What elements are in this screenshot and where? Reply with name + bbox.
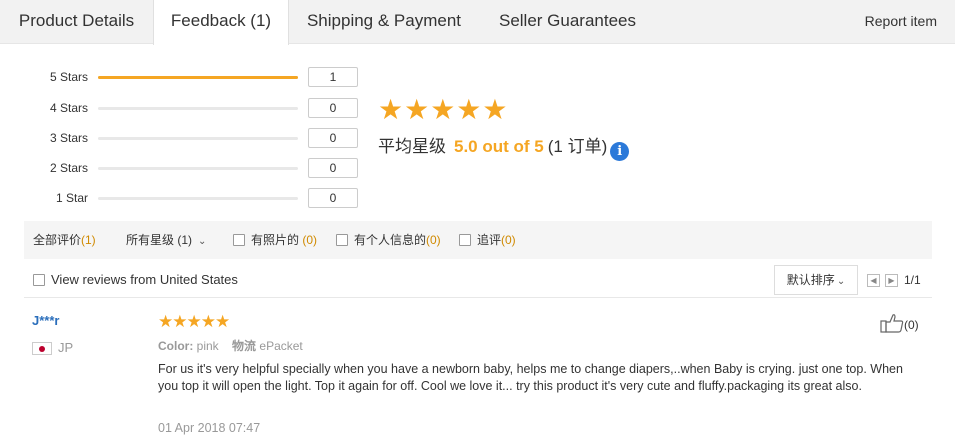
- histogram-bar: [98, 167, 298, 170]
- filter-followup[interactable]: 追评(0): [459, 221, 516, 259]
- checkbox[interactable]: [459, 234, 471, 246]
- review-toolbar: View reviews from United States 默认排序 ⌄ ◀ …: [24, 262, 932, 298]
- filter-photos-count: (0): [302, 233, 318, 247]
- checkbox[interactable]: [233, 234, 245, 246]
- histogram-count: 0: [308, 128, 358, 148]
- next-page-button[interactable]: ▶: [885, 274, 898, 287]
- histogram-label: 4 Stars: [49, 101, 88, 115]
- tab-bar: Product Details Feedback (1) Shipping & …: [0, 0, 955, 45]
- checkbox[interactable]: [33, 274, 45, 286]
- logistics-label: 物流: [232, 339, 257, 353]
- histogram-count: 0: [308, 158, 358, 178]
- average-rating-stars: ★★★★★: [378, 94, 509, 125]
- info-icon[interactable]: i: [610, 142, 630, 161]
- histogram-label: 1 Star: [55, 191, 88, 205]
- tab-seller-guarantees[interactable]: Seller Guarantees: [479, 0, 656, 44]
- average-rating-line: 平均星级 5.0 out of 5 (1 订单) i: [378, 135, 630, 161]
- filter-star-dropdown[interactable]: 所有星级 (1) ⌄: [126, 221, 206, 261]
- thumbs-up-icon: [880, 314, 904, 333]
- filter-followup-count: (0): [501, 233, 516, 247]
- tab-shipping-payment[interactable]: Shipping & Payment: [289, 0, 479, 44]
- filter-photos-label: 有照片的: [251, 233, 300, 247]
- order-count: (1 订单): [547, 137, 608, 156]
- chevron-down-icon: ⌄: [198, 236, 207, 247]
- histogram-bar-fill: [98, 76, 298, 79]
- review-text: For us it's very helpful specially when …: [158, 362, 903, 393]
- view-us-label: View reviews from United States: [51, 272, 238, 287]
- prev-page-button[interactable]: ◀: [867, 274, 880, 287]
- filter-personal-count: (0): [426, 233, 441, 247]
- reviewer-name: J***r: [32, 313, 60, 328]
- average-score: 5.0 out of 5: [454, 137, 544, 156]
- histogram-bar: [98, 76, 298, 79]
- filter-all-label: 全部评价: [33, 233, 82, 247]
- review-date: 01 Apr 2018 07:47: [158, 421, 261, 435]
- filter-stars-count: (1): [177, 233, 193, 247]
- checkbox[interactable]: [336, 234, 348, 246]
- helpful-button[interactable]: (0): [880, 313, 919, 333]
- histogram-label: 2 Stars: [49, 161, 88, 175]
- filter-bar: 全部评价(1) 所有星级 (1) ⌄ 有照片的 (0) 有个人信息的(0) 追评(…: [24, 221, 932, 259]
- report-item-link[interactable]: Report item: [865, 0, 937, 42]
- color-value: pink: [196, 339, 219, 353]
- chevron-down-icon: ⌄: [836, 276, 846, 287]
- filter-personal-label: 有个人信息的: [354, 233, 427, 247]
- reviewer-country: JP: [58, 340, 74, 355]
- filter-all-reviews[interactable]: 全部评价(1): [33, 221, 96, 259]
- sort-label: 默认排序: [786, 273, 835, 287]
- filter-followup-label: 追评: [477, 233, 502, 247]
- logistics-value: ePacket: [259, 339, 303, 353]
- sort-dropdown[interactable]: 默认排序 ⌄: [774, 265, 858, 295]
- page-indicator: 1/1: [904, 273, 921, 287]
- helpful-count: (0): [904, 318, 919, 332]
- histogram-count: 1: [308, 67, 358, 87]
- color-label: Color:: [158, 339, 194, 353]
- review-stars: ★★★★★: [158, 312, 230, 331]
- filter-personal-info[interactable]: 有个人信息的(0): [336, 221, 441, 259]
- japan-flag-icon: [32, 342, 52, 355]
- tab-product-details[interactable]: Product Details: [0, 0, 153, 44]
- review-attributes: Color: pink 物流 ePacket: [158, 337, 303, 354]
- histogram-bar: [98, 107, 298, 110]
- average-label: 平均星级: [378, 137, 446, 156]
- filter-stars-label: 所有星级: [126, 233, 175, 247]
- histogram-bar: [98, 197, 298, 200]
- histogram-bar: [98, 137, 298, 140]
- filter-with-photos[interactable]: 有照片的 (0): [233, 221, 317, 259]
- histogram-label: 5 Stars: [49, 70, 88, 84]
- tab-feedback[interactable]: Feedback (1): [153, 0, 289, 45]
- view-us-reviews-toggle[interactable]: View reviews from United States: [33, 262, 238, 298]
- histogram-count: 0: [308, 188, 358, 208]
- histogram-count: 0: [308, 98, 358, 118]
- histogram-label: 3 Stars: [49, 131, 88, 145]
- filter-all-count: (1): [81, 233, 96, 247]
